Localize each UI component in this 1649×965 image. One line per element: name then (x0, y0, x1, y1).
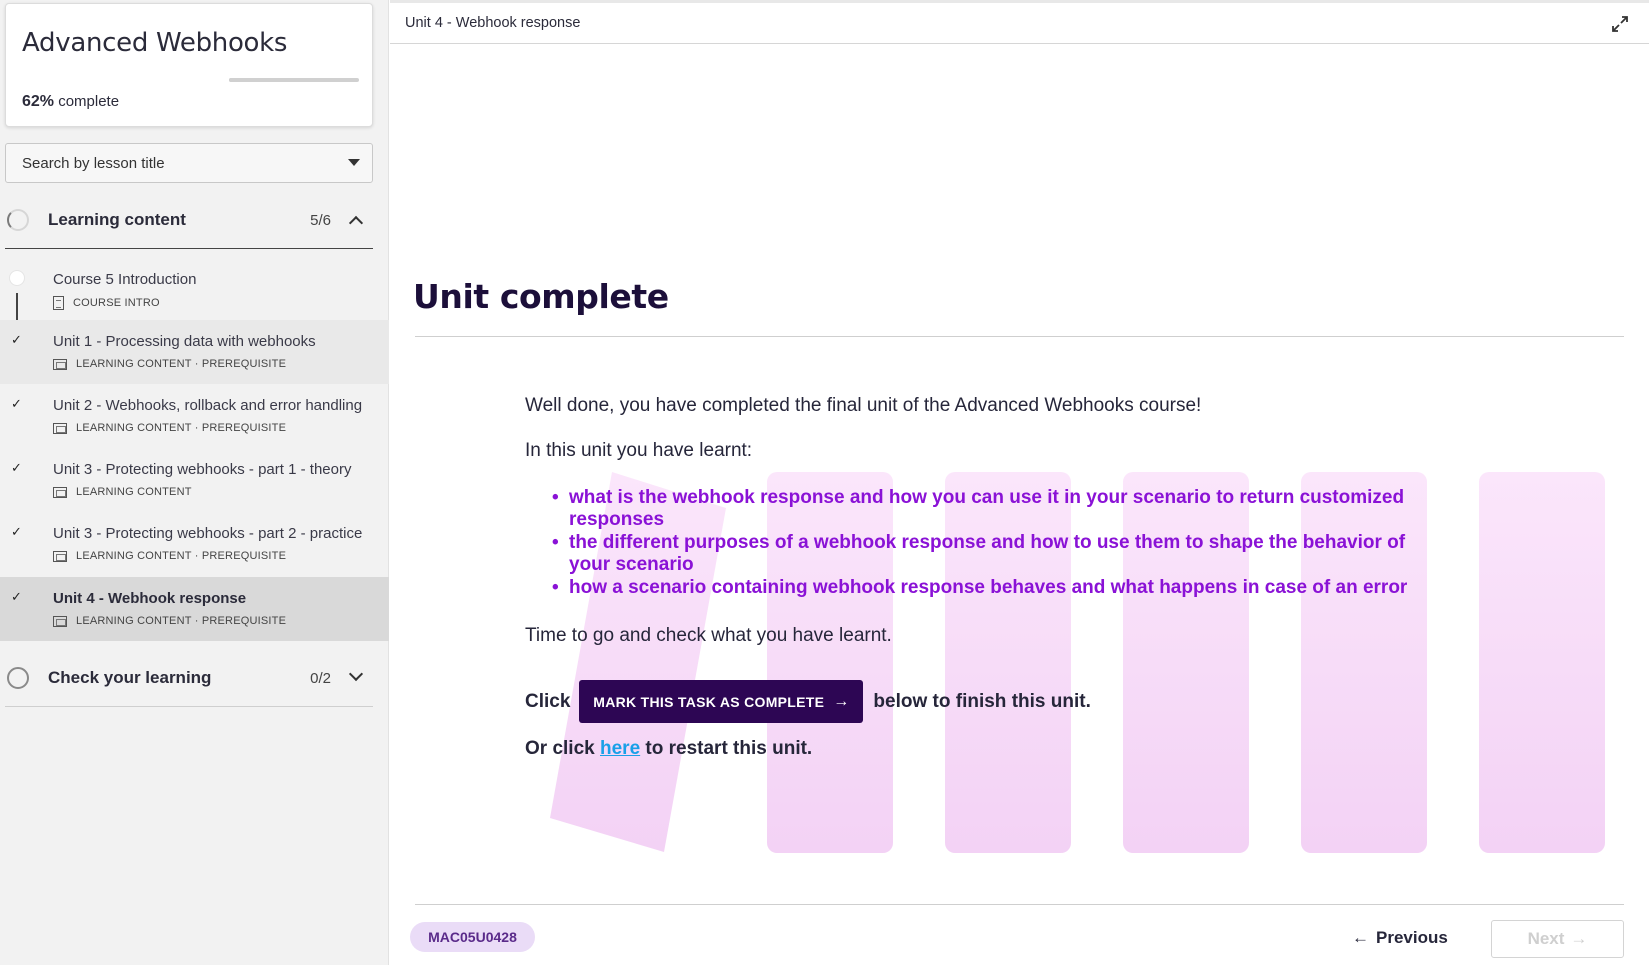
decorative-stripe (1479, 472, 1605, 853)
divider (415, 904, 1624, 905)
click-prefix: Click (525, 690, 571, 712)
list-item: how a scenario containing webhook respon… (552, 577, 1435, 599)
time-to-check-text: Time to go and check what you have learn… (525, 625, 892, 646)
intro-text: Well done, you have completed the final … (525, 395, 1202, 416)
restart-suffix: to restart this unit. (645, 738, 813, 759)
arrow-right-icon: → (1570, 929, 1588, 948)
mark-task-complete-button[interactable]: MARK THIS TASK AS COMPLETE → (579, 680, 864, 723)
next-button[interactable]: Next → (1491, 920, 1624, 958)
restart-unit-link[interactable]: here (600, 738, 640, 759)
mark-task-complete-label: MARK THIS TASK AS COMPLETE (593, 693, 825, 710)
learnt-label: In this unit you have learnt: (525, 440, 753, 461)
decorative-background-pattern (550, 472, 1605, 853)
list-item: the different purposes of a webhook resp… (552, 532, 1435, 576)
mark-complete-row: Click MARK THIS TASK AS COMPLETE → below… (525, 680, 1091, 723)
next-label: Next (1527, 929, 1565, 948)
list-item: what is the webhook response and how you… (552, 487, 1435, 531)
arrow-left-icon: ← (1352, 928, 1369, 947)
restart-row: Or click here to restart this unit. (525, 738, 812, 760)
click-suffix: below to finish this unit. (873, 690, 1091, 712)
arrow-right-icon: → (833, 692, 850, 710)
restart-prefix: Or click (525, 738, 595, 759)
divider (415, 336, 1624, 337)
page-title: Unit complete (413, 277, 669, 316)
previous-label: Previous (1376, 928, 1448, 947)
previous-button[interactable]: ← Previous (1352, 921, 1462, 955)
learnt-list: what is the webhook response and how you… (552, 487, 1435, 600)
unit-code-badge: MAC05U0428 (410, 922, 535, 952)
